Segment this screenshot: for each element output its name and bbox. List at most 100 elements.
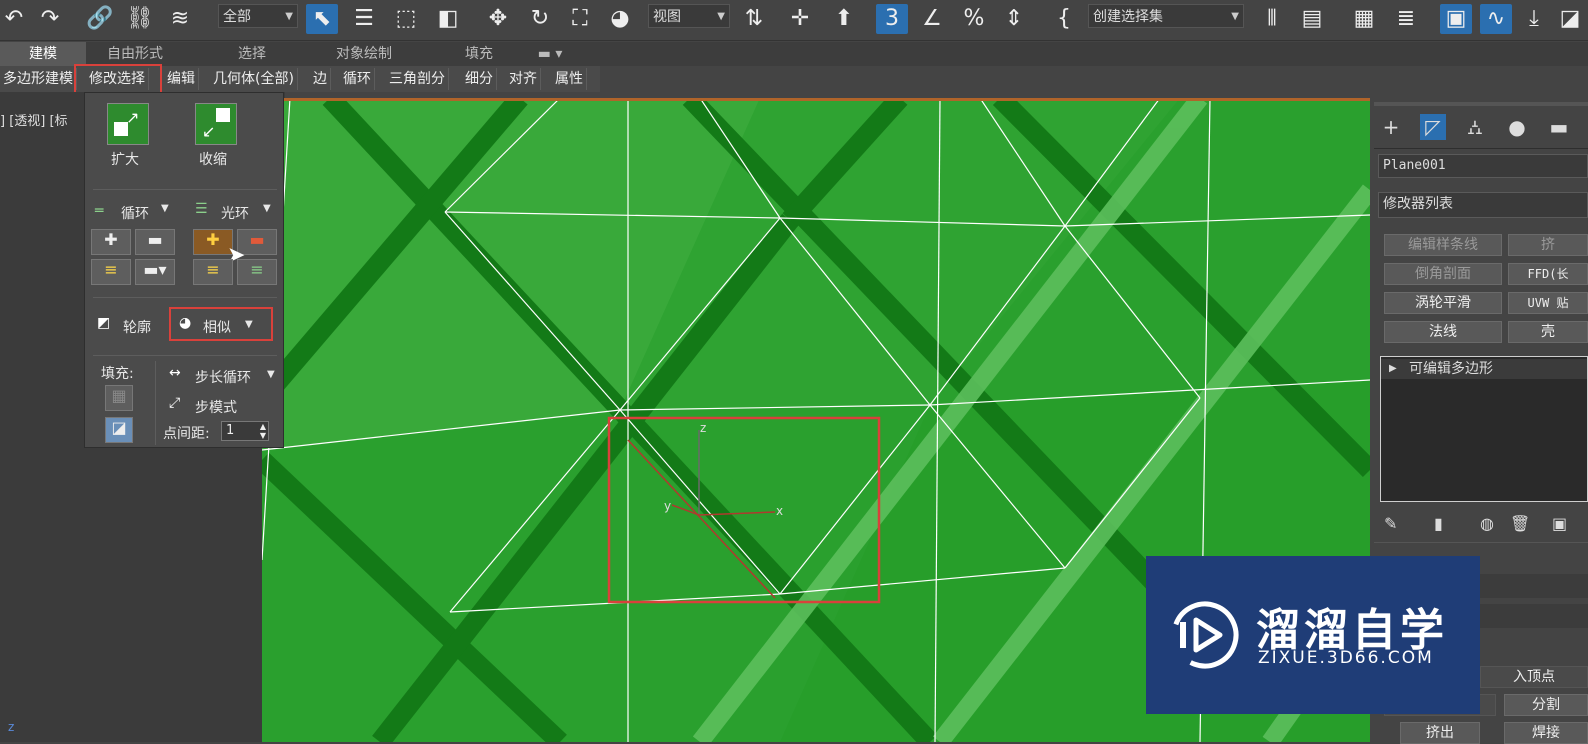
tab-populate[interactable]: 填充 xyxy=(444,42,514,66)
chevron-down-icon[interactable]: ▼ xyxy=(267,369,275,380)
modifier-button-edit-spline[interactable]: 编辑样条线 xyxy=(1384,234,1502,256)
rect-selection-region-icon[interactable]: ⬚ xyxy=(392,4,420,34)
keyboard-shortcut-icon[interactable]: ⬆ xyxy=(830,4,858,34)
selection-filter-value: 全部 xyxy=(223,9,251,25)
unlink-icon[interactable]: ⛓ xyxy=(126,4,154,34)
display-tab-icon[interactable]: ▬ xyxy=(1546,114,1572,140)
select-by-name-icon[interactable]: ☰ xyxy=(350,4,378,34)
insert-vertex-button[interactable]: 入顶点 xyxy=(1480,666,1588,688)
ring-option-button[interactable]: ≡ xyxy=(193,259,233,285)
tab-freeform[interactable]: 自由形式 xyxy=(90,42,180,66)
hierarchy-tab-icon[interactable]: ⛼ xyxy=(1462,114,1488,140)
remove-modifier-icon[interactable]: 🗑 xyxy=(1510,514,1530,533)
bind-space-warp-icon[interactable]: ≋ xyxy=(166,4,194,34)
select-object-icon[interactable]: ⬉ xyxy=(306,4,338,34)
subtab-subdivision[interactable]: 细分 xyxy=(462,68,497,90)
spinner-arrows-icon[interactable]: ▲ ▼ xyxy=(260,422,266,440)
step-loop-label[interactable]: 步长循环 xyxy=(195,367,251,387)
layer-explorer-icon[interactable]: ▦ xyxy=(1350,4,1378,34)
place-icon[interactable]: ◕ xyxy=(606,4,634,34)
fill-hole-button[interactable]: ◪ xyxy=(105,417,133,443)
loop-option-dropdown[interactable]: ▬▾ xyxy=(135,259,175,285)
subtab-polygon-modeling[interactable]: 多边形建模 xyxy=(0,68,77,90)
configure-sets-icon[interactable]: ▣ xyxy=(1552,514,1567,533)
spinner-snap-icon[interactable]: ⇕ xyxy=(1000,4,1028,34)
select-manipulate-icon[interactable]: ✛ xyxy=(786,4,814,34)
split-button[interactable]: 分割 xyxy=(1504,694,1588,716)
pivot-center-icon[interactable]: ⇅ xyxy=(740,4,768,34)
subtab-edit[interactable]: 编辑 xyxy=(164,68,199,90)
link-icon[interactable]: 🔗 xyxy=(86,4,114,34)
loop-label[interactable]: 循环 xyxy=(121,203,149,223)
create-tab-icon[interactable]: + xyxy=(1378,114,1404,140)
modifier-button-shell[interactable]: 壳 xyxy=(1508,321,1588,343)
shrink-label[interactable]: 收缩 xyxy=(199,149,227,169)
subtab-align[interactable]: 对齐 xyxy=(506,68,541,90)
tab-modeling[interactable]: 建模 xyxy=(0,42,86,66)
redo-icon[interactable]: ↷ xyxy=(36,4,64,34)
modifier-button-ffd[interactable]: FFD(长 xyxy=(1508,263,1588,285)
grow-icon[interactable]: ↗ xyxy=(107,103,149,145)
angle-snap-icon[interactable]: ∠ xyxy=(918,4,946,34)
named-selection-set-dropdown[interactable]: 创建选择集 ▼ xyxy=(1088,4,1244,28)
make-unique-icon[interactable]: ◍ xyxy=(1480,514,1494,533)
fill-button[interactable]: ▦ xyxy=(105,385,133,411)
modifier-button-bevel-profile[interactable]: 倒角剖面 xyxy=(1384,263,1502,285)
undo-icon[interactable]: ↶ xyxy=(0,4,28,34)
scale-icon[interactable]: ⛶ xyxy=(566,4,594,34)
subtab-loops[interactable]: 循环 xyxy=(340,68,375,90)
subtab-properties[interactable]: 属性 xyxy=(552,68,587,90)
modify-tab-icon[interactable]: ◸ xyxy=(1420,114,1446,140)
material-editor-icon[interactable]: ◪ xyxy=(1556,4,1584,34)
align-icon[interactable]: ▤ xyxy=(1298,4,1326,34)
expand-triangle-icon[interactable]: ▶ xyxy=(1389,359,1397,379)
ring-option-dropdown[interactable]: ≡ xyxy=(237,259,277,285)
grow-label[interactable]: 扩大 xyxy=(111,149,139,169)
loop-shrink-button[interactable]: ▬ xyxy=(135,229,175,255)
viewport-labels[interactable]: ] [透视] [标 xyxy=(0,110,68,129)
tab-object-paint[interactable]: 对象绘制 xyxy=(316,42,412,66)
modifier-button-normal[interactable]: 法线 xyxy=(1384,321,1502,343)
object-name-field[interactable]: Plane001 xyxy=(1378,154,1588,178)
snap-toggle-icon[interactable]: 3 xyxy=(876,4,908,34)
modifier-button-turbosmooth[interactable]: 涡轮平滑 xyxy=(1384,292,1502,314)
ribbon-options-icon[interactable]: ▬ ▾ xyxy=(530,42,570,66)
chevron-down-icon[interactable]: ▼ xyxy=(161,203,169,214)
selection-filter-dropdown[interactable]: 全部 ▼ xyxy=(218,4,298,28)
window-crossing-icon[interactable]: ◧ xyxy=(434,4,462,34)
subtab-tris[interactable]: 三角剖分 xyxy=(386,68,449,90)
weld-button[interactable]: 焊接 xyxy=(1504,722,1588,744)
dot-gap-spinner[interactable]: 1 ▲ ▼ xyxy=(221,421,269,441)
loop-grow-button[interactable]: ✚ xyxy=(91,229,131,255)
edit-named-selection-icon[interactable]: { xyxy=(1050,4,1078,34)
loop-option-button[interactable]: ≡ xyxy=(91,259,131,285)
scene-explorer-icon[interactable]: ▣ xyxy=(1440,4,1472,34)
motion-tab-icon[interactable]: ● xyxy=(1504,114,1530,140)
step-mode-label[interactable]: 步模式 xyxy=(195,397,237,417)
chevron-down-icon[interactable]: ▼ xyxy=(263,203,271,214)
tab-selection[interactable]: 选择 xyxy=(212,42,292,66)
pin-stack-icon[interactable]: ✎ xyxy=(1384,514,1397,533)
shrink-icon[interactable]: ↙ xyxy=(195,103,237,145)
modifier-stack[interactable]: ▶ 可编辑多边形 xyxy=(1380,356,1588,502)
modifier-list-dropdown[interactable]: 修改器列表 xyxy=(1378,192,1588,218)
ring-label[interactable]: 光环 xyxy=(221,203,249,223)
extrude-button[interactable]: 挤出 xyxy=(1400,722,1480,744)
percent-snap-icon[interactable]: % xyxy=(960,4,988,34)
rotate-icon[interactable]: ↻ xyxy=(526,4,554,34)
show-end-result-icon[interactable]: ▮ xyxy=(1434,514,1443,533)
mirror-icon[interactable]: ⫴ xyxy=(1258,4,1286,34)
move-icon[interactable]: ✥ xyxy=(484,4,512,34)
toggle-ribbon-icon[interactable]: ≣ xyxy=(1392,4,1420,34)
outline-label[interactable]: 轮廓 xyxy=(123,317,151,337)
step-mode-icon: ⤢ xyxy=(169,395,181,411)
curve-editor-icon[interactable]: ∿ xyxy=(1480,4,1512,34)
modifier-button-uvw-map[interactable]: UVW 贴 xyxy=(1508,292,1588,314)
schematic-view-icon[interactable]: ⤓ xyxy=(1520,4,1548,34)
subtab-edges[interactable]: 边 xyxy=(310,68,331,90)
divider xyxy=(93,189,277,190)
modifier-button-extrude[interactable]: 挤 xyxy=(1508,234,1588,256)
reference-coordinate-dropdown[interactable]: 视图 ▼ xyxy=(648,4,730,28)
subtab-geometry-all[interactable]: 几何体(全部) xyxy=(210,68,298,90)
stack-item[interactable]: ▶ 可编辑多边形 xyxy=(1381,359,1587,379)
